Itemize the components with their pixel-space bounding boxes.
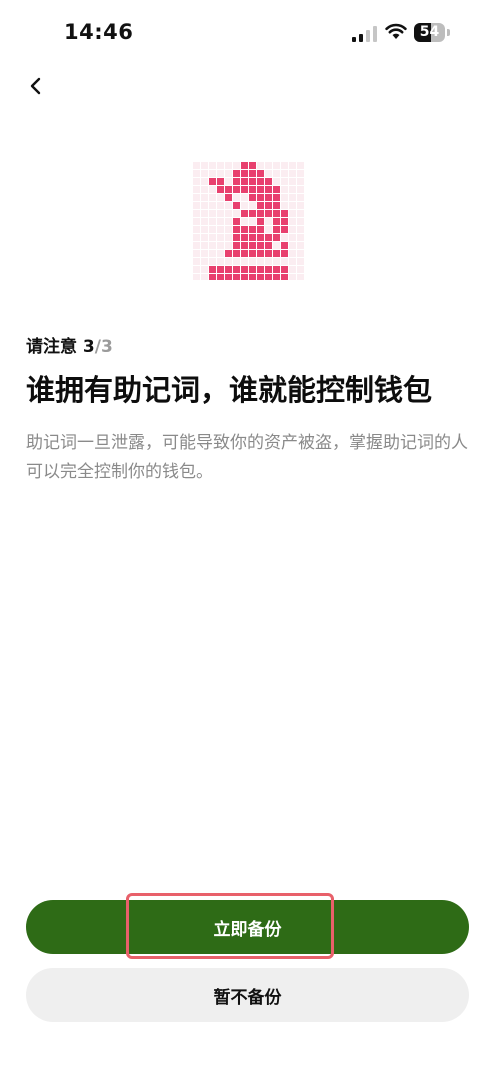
battery-icon: 54 <box>414 23 450 42</box>
page-title: 谁拥有助记词，谁就能控制钱包 <box>26 373 433 407</box>
wifi-icon <box>385 23 407 39</box>
skip-backup-label: 暂不备份 <box>213 987 282 1008</box>
skip-backup-button[interactable]: 暂不备份 <box>26 968 469 1022</box>
notice-label: 请注意 3 <box>26 337 95 357</box>
back-button[interactable] <box>20 70 52 102</box>
notice-total: /3 <box>94 337 113 357</box>
battery-level: 54 <box>419 24 440 40</box>
backup-now-button[interactable]: 立即备份 <box>26 900 469 954</box>
notice-step: 请注意 3/3 <box>26 332 113 357</box>
pixel-hand-icon <box>193 162 304 280</box>
warning-description: 助记词一旦泄露，可能导致你的资产被盗，掌握助记词的人可以完全控制你的钱包。 <box>26 433 468 482</box>
status-time: 14:46 <box>64 20 134 44</box>
status-bar: 14:46 54 <box>0 0 495 66</box>
chevron-left-icon <box>30 77 41 95</box>
signal-icon <box>352 26 377 42</box>
backup-now-label: 立即备份 <box>213 919 282 940</box>
